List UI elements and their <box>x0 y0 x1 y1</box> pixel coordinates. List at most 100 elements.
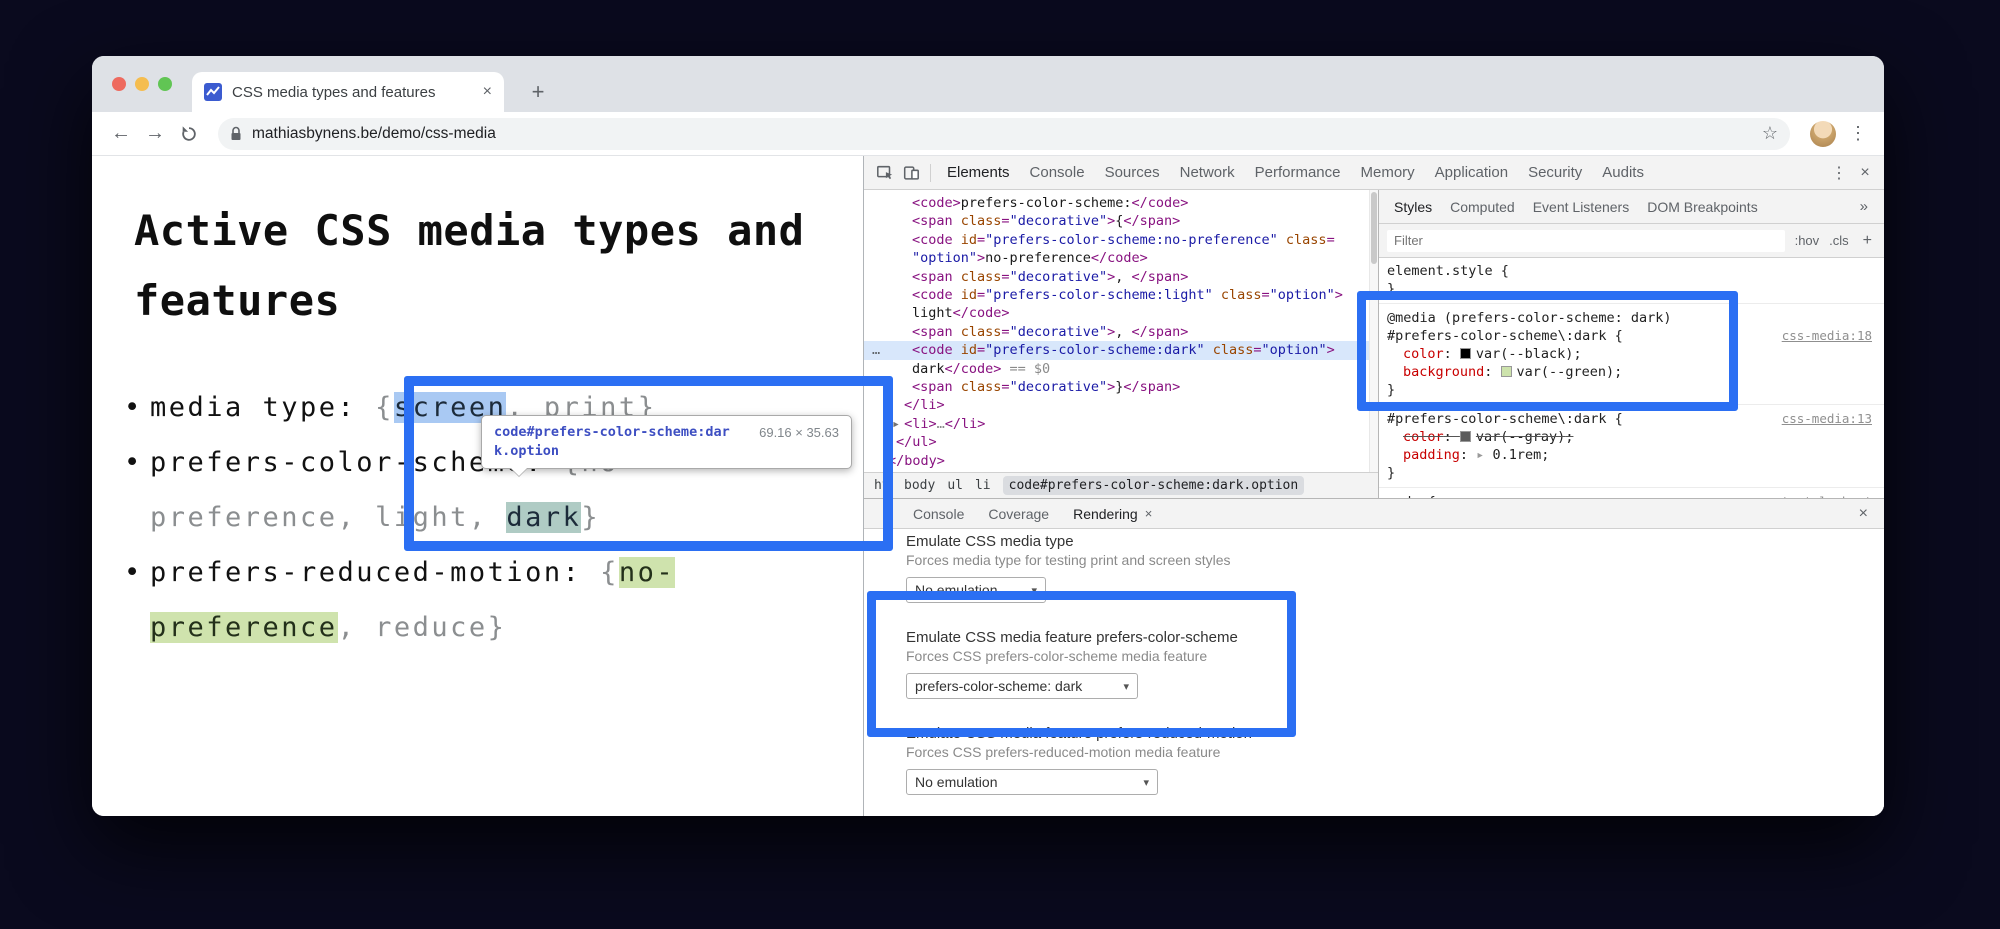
lock-icon <box>230 126 242 142</box>
code-segment: … <box>937 416 945 432</box>
minimize-window-button[interactable] <box>135 77 149 91</box>
emulation-select[interactable]: No emulation▾ <box>906 769 1158 795</box>
scrollbar-thumb[interactable] <box>1371 192 1377 264</box>
dom-tree-node[interactable]: <code id="prefers-color-scheme:no-prefer… <box>864 231 1369 249</box>
zoom-window-button[interactable] <box>158 77 172 91</box>
dom-tree-node[interactable]: <code>prefers-color-scheme:</code> <box>864 194 1369 212</box>
media-query: @media (prefers-color-scheme: dark) <box>1379 309 1884 327</box>
dom-tree-node[interactable]: <span class="decorative">, </span> <box>864 323 1369 341</box>
browser-window: CSS media types and features × + ← → mat… <box>92 56 1884 816</box>
css-property[interactable]: padding: ▸ 0.1rem; <box>1379 446 1884 464</box>
breadcrumb-item[interactable]: li <box>975 478 991 493</box>
filter-input[interactable] <box>1387 230 1785 252</box>
dom-tree-node[interactable]: …<code id="prefers-color-scheme:dark" cl… <box>864 341 1369 359</box>
devtools-tab-security[interactable]: Security <box>1518 156 1592 189</box>
dom-tree-node[interactable]: <span class="decorative">{</span> <box>864 212 1369 230</box>
dom-tree-node[interactable]: ▸<li>…</li> <box>864 415 1369 433</box>
styles-tab-styles[interactable]: Styles <box>1385 199 1441 215</box>
code-segment: = <box>977 342 985 358</box>
drawer-tab-coverage[interactable]: Coverage <box>976 499 1061 528</box>
devtools-tab-network[interactable]: Network <box>1170 156 1245 189</box>
address-bar[interactable]: mathiasbynens.be/demo/css-media ☆ <box>218 118 1790 150</box>
css-property[interactable]: color: var(--black); <box>1379 345 1884 363</box>
drawer-close-icon[interactable]: × <box>1849 505 1878 523</box>
styles-tab-dom-breakpoints[interactable]: DOM Breakpoints <box>1638 199 1766 215</box>
drawer-tab-console[interactable]: Console <box>901 499 976 528</box>
pseudo-state-toggle[interactable]: :hov <box>1795 233 1820 248</box>
code-segment: </span> <box>1123 213 1180 229</box>
drawer-tab-rendering[interactable]: Rendering× <box>1061 499 1164 528</box>
devtools-tab-application[interactable]: Application <box>1425 156 1518 189</box>
element-style-open[interactable]: element.style { <box>1379 262 1884 280</box>
browser-menu-icon[interactable]: ⋮ <box>1846 123 1870 144</box>
dom-tree-node[interactable]: </li> <box>864 396 1369 414</box>
css-property[interactable]: color: var(--gray); <box>1379 428 1884 446</box>
inspect-icon[interactable] <box>872 161 898 185</box>
expand-arrow-icon[interactable]: ▸ <box>1476 447 1492 463</box>
styles-content: element.style { } @media (prefers-color-… <box>1379 258 1884 498</box>
page-text-segment: print <box>544 392 638 423</box>
dom-tree-node[interactable]: dark</code> == $0 <box>864 360 1369 378</box>
code-segment: <li> <box>904 416 937 432</box>
close-window-button[interactable] <box>112 77 126 91</box>
styles-tab-computed[interactable]: Computed <box>1441 199 1524 215</box>
stylesheet-link[interactable]: css-media:13 <box>1782 410 1884 428</box>
drawer-tab-close-icon[interactable]: × <box>1145 506 1153 521</box>
dom-tree-node[interactable]: </body> <box>864 452 1369 470</box>
color-swatch[interactable] <box>1460 431 1471 442</box>
rule-selector[interactable]: #prefers-color-scheme\:dark { <box>1387 411 1623 427</box>
url-text: mathiasbynens.be/demo/css-media <box>252 125 496 143</box>
devtools-tab-elements[interactable]: Elements <box>937 156 1020 189</box>
tab-close-icon[interactable]: × <box>483 84 492 100</box>
device-toolbar-icon[interactable] <box>898 161 924 185</box>
devtools-tab-performance[interactable]: Performance <box>1245 156 1351 189</box>
emulation-select[interactable]: prefers-color-scheme: dark▾ <box>906 673 1138 699</box>
devtools-tab-audits[interactable]: Audits <box>1592 156 1654 189</box>
browser-tab[interactable]: CSS media types and features × <box>192 72 504 112</box>
dom-tree: <code>prefers-color-scheme:</code><span … <box>864 190 1369 472</box>
dom-tree-node[interactable]: <span class="decorative">, </span> <box>864 268 1369 286</box>
dom-tree-node[interactable]: <span class="decorative">}</span> <box>864 378 1369 396</box>
code-segment: = <box>977 287 985 303</box>
css-property[interactable]: background: var(--green); <box>1379 363 1884 381</box>
stylesheet-link[interactable]: css-media:18 <box>1782 327 1884 345</box>
devtools-tab-sources[interactable]: Sources <box>1095 156 1170 189</box>
expand-arrow-icon[interactable]: ▸ <box>892 416 900 432</box>
drawer-menu-icon[interactable]: ⋮ <box>870 505 901 523</box>
reload-icon[interactable] <box>174 119 204 149</box>
color-swatch[interactable] <box>1501 366 1512 377</box>
devtools-close-icon[interactable]: × <box>1854 164 1876 182</box>
dom-tree-node[interactable]: <code id="prefers-color-scheme:light" cl… <box>864 286 1369 304</box>
breadcrumb-item[interactable]: code#prefers-color-scheme:dark.option <box>1003 476 1305 495</box>
emulation-select[interactable]: No emulation▾ <box>906 577 1046 603</box>
breadcrumb-item[interactable]: ul <box>947 478 963 493</box>
dom-tree-node[interactable]: light</code> <box>864 304 1369 322</box>
avatar[interactable] <box>1810 121 1836 147</box>
breadcrumb-item[interactable]: body <box>904 478 935 493</box>
new-style-rule-button[interactable]: + <box>1859 232 1876 250</box>
elements-scrollbar[interactable] <box>1369 190 1378 472</box>
devtools-tab-console[interactable]: Console <box>1020 156 1095 189</box>
overflow-ellipsis-marker[interactable]: … <box>872 341 880 359</box>
new-tab-button[interactable]: + <box>524 78 552 106</box>
forward-icon[interactable]: → <box>140 119 170 149</box>
page-text-segment: , <box>338 502 376 533</box>
code-segment: <code <box>912 342 953 358</box>
code-segment: class <box>953 269 1002 285</box>
devtools-menu-icon[interactable]: ⋮ <box>1828 163 1850 183</box>
breadcrumb-item[interactable]: html <box>874 478 892 493</box>
tab-overflow-icon[interactable]: » <box>1860 198 1878 215</box>
styles-tab-event-listeners[interactable]: Event Listeners <box>1524 199 1639 215</box>
dom-tree-node[interactable]: </ul> <box>864 433 1369 451</box>
rule-selector[interactable]: #prefers-color-scheme\:dark { <box>1387 328 1623 344</box>
render-section: Emulate CSS media feature prefers-color-… <box>906 629 1884 699</box>
bookmark-star-icon[interactable]: ☆ <box>1762 123 1778 144</box>
code-segment: </li> <box>904 397 945 413</box>
select-value: prefers-color-scheme: dark <box>915 678 1082 694</box>
devtools-tab-memory[interactable]: Memory <box>1351 156 1425 189</box>
back-icon[interactable]: ← <box>106 119 136 149</box>
class-toggle[interactable]: .cls <box>1829 233 1849 248</box>
color-swatch[interactable] <box>1460 348 1471 359</box>
bullet-dot: • <box>124 435 143 490</box>
dom-tree-node[interactable]: "option">no-preference</code> <box>864 249 1369 267</box>
